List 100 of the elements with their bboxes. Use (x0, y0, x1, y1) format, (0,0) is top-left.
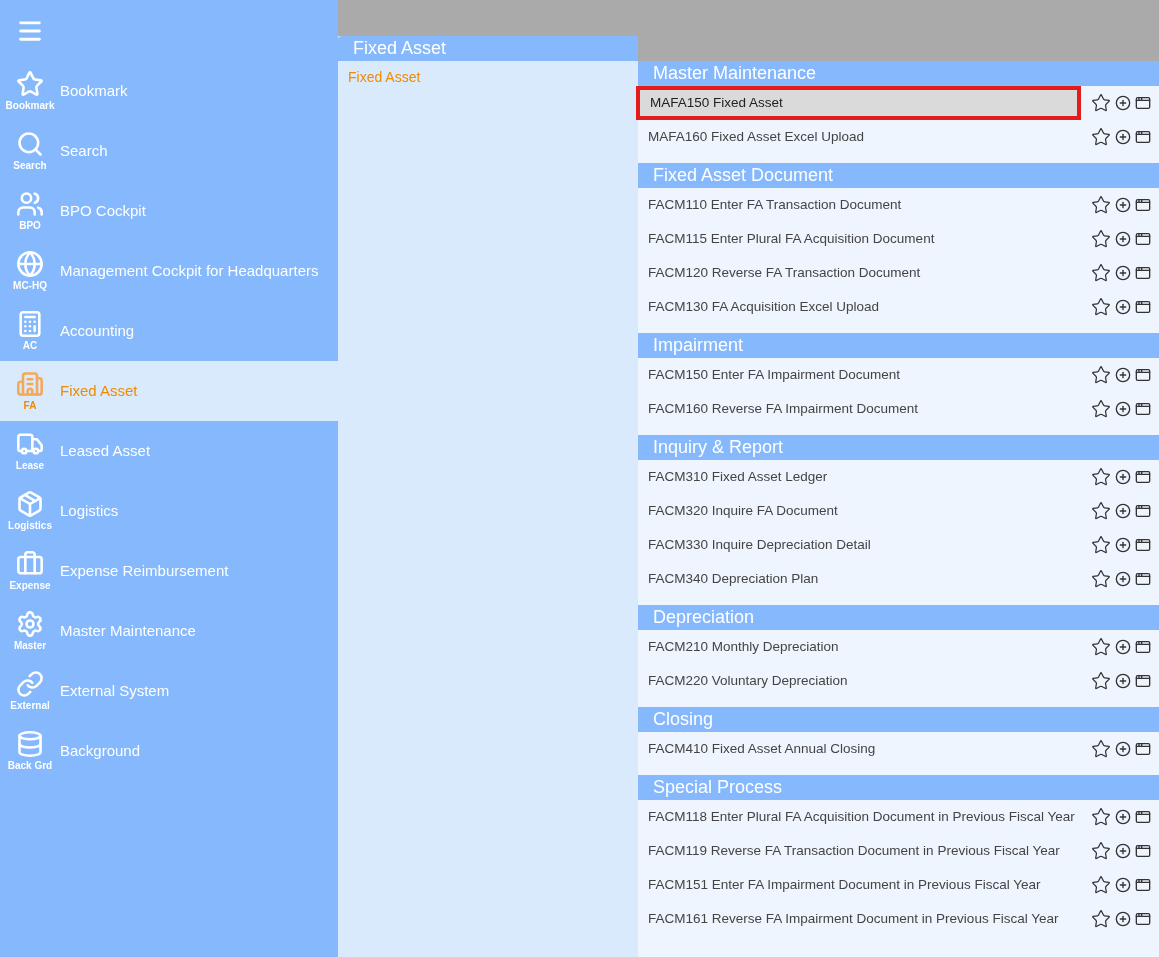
sidebar-item-label: BPO Cockpit (60, 200, 146, 221)
add-icon[interactable] (1115, 367, 1131, 383)
sidebar-item-label: Bookmark (60, 80, 128, 101)
gear-icon (16, 610, 44, 638)
add-icon[interactable] (1115, 911, 1131, 927)
add-icon[interactable] (1115, 231, 1131, 247)
box-icon (16, 490, 44, 518)
new-window-icon[interactable] (1135, 843, 1151, 859)
bookmark-star-icon[interactable] (1091, 535, 1111, 555)
database-icon (16, 730, 44, 758)
people-icon (16, 190, 44, 218)
add-icon[interactable] (1115, 877, 1131, 893)
bookmark-star-icon[interactable] (1091, 229, 1111, 249)
add-icon[interactable] (1115, 401, 1131, 417)
add-icon[interactable] (1115, 469, 1131, 485)
add-icon[interactable] (1115, 843, 1131, 859)
function-link[interactable]: FACM310 Fixed Asset Ledger (638, 460, 1087, 494)
building-icon (16, 370, 44, 398)
add-icon[interactable] (1115, 537, 1131, 553)
bookmark-star-icon[interactable] (1091, 127, 1111, 147)
new-window-icon[interactable] (1135, 809, 1151, 825)
function-link[interactable]: FACM340 Depreciation Plan (638, 562, 1087, 596)
section-header: Master Maintenance (638, 61, 1159, 86)
sidebar-item-label: Leased Asset (60, 440, 151, 461)
new-window-icon[interactable] (1135, 469, 1151, 485)
new-window-icon[interactable] (1135, 401, 1151, 417)
new-window-icon[interactable] (1135, 299, 1151, 315)
new-window-icon[interactable] (1135, 537, 1151, 553)
add-icon[interactable] (1115, 129, 1131, 145)
new-window-icon[interactable] (1135, 571, 1151, 587)
bookmark-star-icon[interactable] (1091, 399, 1111, 419)
new-window-icon[interactable] (1135, 197, 1151, 213)
function-link[interactable]: MAFA160 Fixed Asset Excel Upload (638, 120, 1087, 154)
add-icon[interactable] (1115, 639, 1131, 655)
add-icon[interactable] (1115, 95, 1131, 111)
bookmark-star-icon[interactable] (1091, 569, 1111, 589)
globe-icon (16, 250, 44, 278)
bookmark-star-icon[interactable] (1091, 739, 1111, 759)
bookmark-star-icon[interactable] (1091, 671, 1111, 691)
add-icon[interactable] (1115, 197, 1131, 213)
sidebar-item-short-label: Expense (9, 580, 51, 592)
bookmark-star-icon[interactable] (1091, 195, 1111, 215)
add-icon[interactable] (1115, 503, 1131, 519)
link-icon (16, 670, 44, 698)
function-link[interactable]: FACM210 Monthly Depreciation (638, 630, 1087, 664)
new-window-icon[interactable] (1135, 741, 1151, 757)
function-link[interactable]: FACM410 Fixed Asset Annual Closing (638, 732, 1087, 766)
function-link[interactable]: FACM120 Reverse FA Transaction Document (638, 256, 1087, 290)
add-icon[interactable] (1115, 265, 1131, 281)
new-window-icon[interactable] (1135, 367, 1151, 383)
function-link[interactable]: FACM118 Enter Plural FA Acquisition Document in Previous Fiscal Year (638, 800, 1087, 834)
section-header: Impairment (638, 333, 1159, 358)
new-window-icon[interactable] (1135, 231, 1151, 247)
new-window-icon[interactable] (1135, 639, 1151, 655)
function-link[interactable]: FACM161 Reverse FA Impairment Document in Previous Fiscal Year (638, 902, 1087, 936)
sidebar-item-short-label: BPO (19, 220, 41, 232)
bookmark-star-icon[interactable] (1091, 365, 1111, 385)
sidebar-item-short-label: External (10, 700, 50, 712)
new-window-icon[interactable] (1135, 129, 1151, 145)
function-link[interactable]: FACM119 Reverse FA Transaction Document in Previous Fiscal Year (638, 834, 1087, 868)
new-window-icon[interactable] (1135, 877, 1151, 893)
bookmark-star-icon[interactable] (1091, 637, 1111, 657)
add-icon[interactable] (1115, 571, 1131, 587)
add-icon[interactable] (1115, 673, 1131, 689)
function-link[interactable]: FACM160 Reverse FA Impairment Document (638, 392, 1087, 426)
bookmark-star-icon[interactable] (1091, 93, 1111, 113)
function-link[interactable]: FACM151 Enter FA Impairment Document in Previous Fiscal Year (638, 868, 1087, 902)
function-link[interactable]: FACM330 Inquire Depreciation Detail (638, 528, 1087, 562)
sidebar-item-label: Expense Reimbursement (60, 560, 229, 581)
add-icon[interactable] (1115, 809, 1131, 825)
bookmark-star-icon[interactable] (1091, 297, 1111, 317)
function-link[interactable]: FACM320 Inquire FA Document (638, 494, 1087, 528)
sidebar-item-short-label: Logistics (8, 520, 52, 532)
function-link[interactable]: MAFA150 Fixed Asset (636, 86, 1081, 120)
bookmark-star-icon[interactable] (1091, 263, 1111, 283)
bookmark-star-icon[interactable] (1091, 807, 1111, 827)
function-link[interactable]: FACM115 Enter Plural FA Acquisition Document (638, 222, 1087, 256)
sidebar-item-short-label: Search (13, 160, 47, 172)
bookmark-star-icon[interactable] (1091, 841, 1111, 861)
bookmark-star-icon[interactable] (1091, 875, 1111, 895)
star-icon (16, 70, 44, 98)
new-window-icon[interactable] (1135, 503, 1151, 519)
function-link[interactable]: FACM110 Enter FA Transaction Document (638, 188, 1087, 222)
sidebar-item-label: Background (60, 740, 141, 761)
function-link[interactable]: FACM130 FA Acquisition Excel Upload (638, 290, 1087, 324)
section-header: Inquiry & Report (638, 435, 1159, 460)
bookmark-star-icon[interactable] (1091, 467, 1111, 487)
function-link[interactable]: FACM220 Voluntary Depreciation (638, 664, 1087, 698)
add-icon[interactable] (1115, 741, 1131, 757)
bookmark-star-icon[interactable] (1091, 501, 1111, 521)
search-icon (16, 130, 44, 158)
bookmark-star-icon[interactable] (1091, 909, 1111, 929)
function-link[interactable]: FACM150 Enter FA Impairment Document (638, 358, 1087, 392)
add-icon[interactable] (1115, 299, 1131, 315)
new-window-icon[interactable] (1135, 673, 1151, 689)
new-window-icon[interactable] (1135, 265, 1151, 281)
new-window-icon[interactable] (1135, 95, 1151, 111)
sidebar-item-short-label: Back Grd (7, 760, 53, 772)
sidebar-item-short-label: AC (22, 340, 38, 352)
new-window-icon[interactable] (1135, 911, 1151, 927)
